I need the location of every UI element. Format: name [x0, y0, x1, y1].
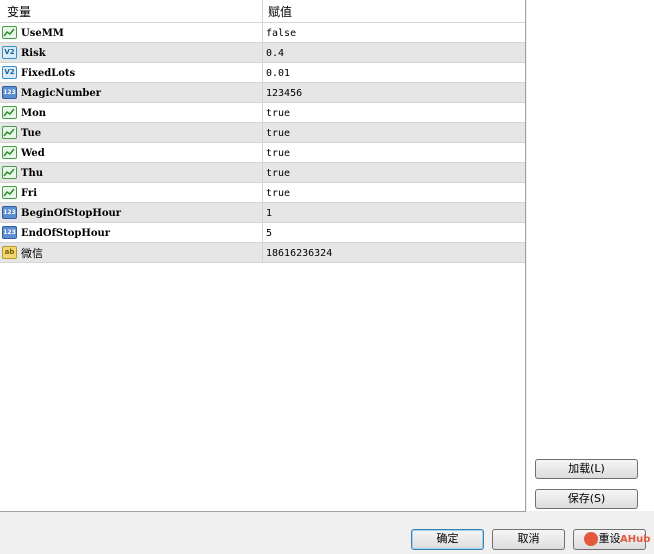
header-divider[interactable]: [262, 0, 263, 22]
bool-icon: [2, 106, 17, 119]
param-name: Mon: [21, 108, 47, 119]
param-value[interactable]: 0.4: [266, 43, 284, 63]
param-value[interactable]: 0.01: [266, 63, 290, 83]
watermark-text: AHub: [620, 534, 651, 545]
grid-header: 变量 赋值: [0, 0, 525, 23]
inputs-grid: 变量 赋值 UseMM false V2 Risk 0.4 V2 FixedLo…: [0, 0, 526, 512]
grid-rows: UseMM false V2 Risk 0.4 V2 FixedLots 0.0…: [0, 23, 525, 263]
table-row[interactable]: Tue true: [0, 123, 525, 143]
param-name: UseMM: [21, 28, 64, 39]
bool-icon: [2, 166, 17, 179]
param-name: EndOfStopHour: [21, 228, 111, 239]
param-name: Wed: [21, 148, 45, 159]
cancel-button[interactable]: 取消: [492, 529, 565, 550]
table-row[interactable]: UseMM false: [0, 23, 525, 43]
table-row[interactable]: 123 EndOfStopHour 5: [0, 223, 525, 243]
table-row[interactable]: V2 Risk 0.4: [0, 43, 525, 63]
param-value[interactable]: true: [266, 123, 290, 143]
table-row[interactable]: V2 FixedLots 0.01: [0, 63, 525, 83]
param-name: Risk: [21, 48, 46, 59]
param-value[interactable]: true: [266, 143, 290, 163]
param-value[interactable]: 123456: [266, 83, 302, 103]
param-value[interactable]: true: [266, 163, 290, 183]
table-row[interactable]: Mon true: [0, 103, 525, 123]
param-value[interactable]: true: [266, 103, 290, 123]
header-variable[interactable]: 变量: [7, 0, 31, 22]
param-name: FixedLots: [21, 68, 76, 79]
table-row[interactable]: Fri true: [0, 183, 525, 203]
side-panel: [527, 0, 654, 511]
bool-icon: [2, 146, 17, 159]
save-button[interactable]: 保存(S): [535, 489, 638, 509]
int-icon: 123: [2, 86, 17, 99]
table-row[interactable]: ab 微信 18616236324: [0, 243, 525, 263]
bool-icon: [2, 126, 17, 139]
param-value[interactable]: 1: [266, 203, 272, 223]
param-name: Fri: [21, 188, 37, 199]
param-name: MagicNumber: [21, 88, 102, 99]
param-name: Thu: [21, 168, 43, 179]
param-value[interactable]: 5: [266, 223, 272, 243]
param-name: BeginOfStopHour: [21, 208, 122, 219]
int-icon: 123: [2, 206, 17, 219]
param-name: 微信: [21, 247, 43, 260]
bool-icon: [2, 26, 17, 39]
bool-icon: [2, 186, 17, 199]
watermark: AHub: [584, 531, 650, 549]
ok-button[interactable]: 确定: [411, 529, 484, 550]
header-value[interactable]: 赋值: [268, 0, 292, 22]
table-row[interactable]: Wed true: [0, 143, 525, 163]
param-value[interactable]: false: [266, 23, 296, 43]
param-value[interactable]: true: [266, 183, 290, 203]
param-name: Tue: [21, 128, 42, 139]
string-icon: ab: [2, 246, 17, 259]
int-icon: 123: [2, 226, 17, 239]
table-row[interactable]: 123 BeginOfStopHour 1: [0, 203, 525, 223]
double-icon: V2: [2, 66, 17, 79]
param-value[interactable]: 18616236324: [266, 243, 332, 263]
load-button[interactable]: 加载(L): [535, 459, 638, 479]
table-row[interactable]: Thu true: [0, 163, 525, 183]
double-icon: V2: [2, 46, 17, 59]
watermark-logo-icon: [584, 532, 598, 546]
table-row[interactable]: 123 MagicNumber 123456: [0, 83, 525, 103]
